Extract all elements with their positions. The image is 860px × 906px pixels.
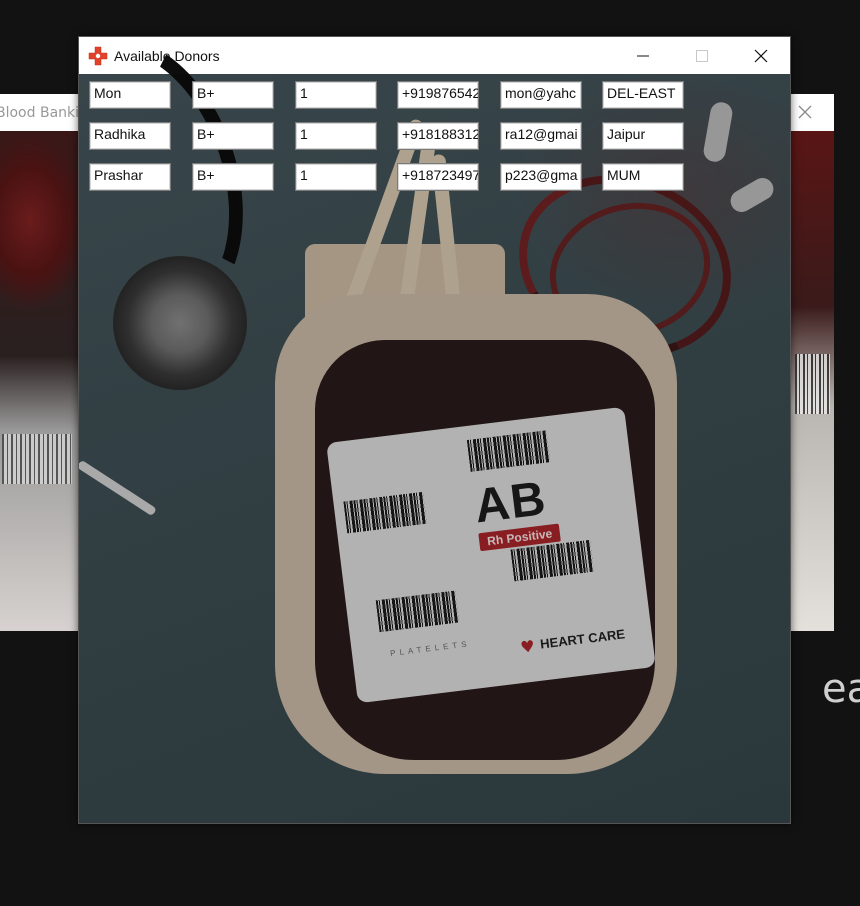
units-field[interactable]: 1 — [295, 81, 377, 109]
maximize-button[interactable] — [679, 37, 725, 74]
close-icon[interactable] — [796, 103, 814, 121]
email-field[interactable]: mon@yahc — [500, 81, 582, 109]
units-field[interactable]: 1 — [295, 163, 377, 191]
city-field[interactable]: DEL-EAST — [602, 81, 684, 109]
background-text: ea — [822, 666, 860, 712]
blood-group-field[interactable]: B+ — [192, 163, 274, 191]
donor-row: Prashar B+ 1 +918723497 p223@gma MUM — [89, 163, 789, 191]
donor-name-field[interactable]: Prashar — [89, 163, 171, 191]
blood-group-field[interactable]: B+ — [192, 81, 274, 109]
blood-group-field[interactable]: B+ — [192, 122, 274, 150]
close-icon — [754, 49, 768, 62]
donor-row: Radhika B+ 1 +918188312 ra12@gmai Jaipur — [89, 122, 789, 150]
city-field[interactable]: MUM — [602, 163, 684, 191]
minimize-icon — [637, 55, 649, 56]
barcode-graphic — [795, 354, 830, 414]
phone-field[interactable]: +918723497 — [397, 163, 479, 191]
donor-name-field[interactable]: Radhika — [89, 122, 171, 150]
available-donors-window: Available Donors AB Rh Positive PLATELET… — [78, 36, 791, 824]
minimize-button[interactable] — [620, 37, 666, 74]
city-field[interactable]: Jaipur — [602, 122, 684, 150]
close-button[interactable] — [738, 37, 784, 74]
barcode-graphic — [2, 434, 72, 484]
maximize-icon — [696, 49, 708, 62]
donor-name-field[interactable]: Mon — [89, 81, 171, 109]
titlebar[interactable]: Available Donors — [79, 37, 790, 74]
email-field[interactable]: ra12@gmai — [500, 122, 582, 150]
email-field[interactable]: p223@gma — [500, 163, 582, 191]
units-field[interactable]: 1 — [295, 122, 377, 150]
phone-field[interactable]: +918188312 — [397, 122, 479, 150]
phone-field[interactable]: +919876542 — [397, 81, 479, 109]
donor-row: Mon B+ 1 +919876542 mon@yahc DEL-EAST — [89, 81, 789, 109]
